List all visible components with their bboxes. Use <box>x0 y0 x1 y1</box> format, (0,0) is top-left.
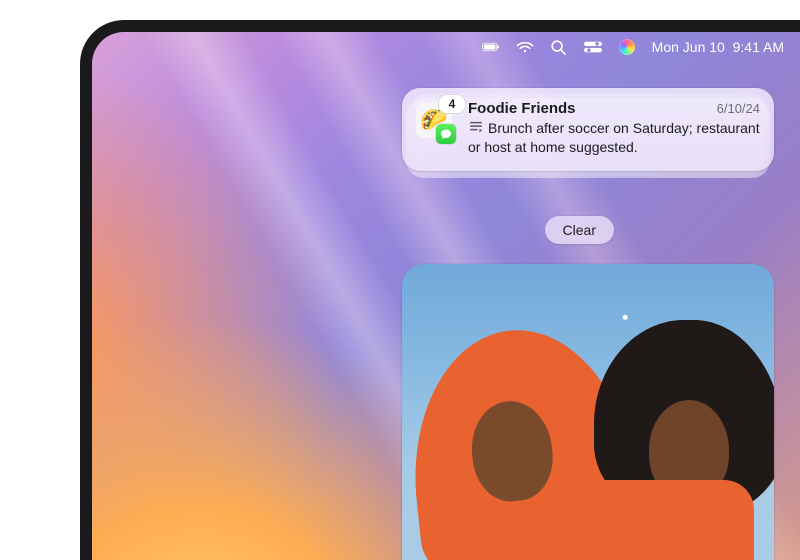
battery-icon[interactable] <box>482 38 500 56</box>
notification-title: Foodie Friends <box>468 100 576 117</box>
menu-bar-time: 9:41 AM <box>733 39 784 55</box>
notification-summary-text: Brunch after soccer on Saturday; restaur… <box>468 120 760 155</box>
desktop-screen: Mon Jun 10 9:41 AM 🌮 4 Foodie Friends 6/… <box>92 32 800 560</box>
menu-bar-clock[interactable]: Mon Jun 10 9:41 AM <box>652 39 784 55</box>
notification-stack[interactable]: 🌮 4 Foodie Friends 6/10/24 Brunch after <box>402 88 774 171</box>
photo-widget[interactable] <box>402 264 774 560</box>
notification-date: 6/10/24 <box>717 101 760 116</box>
control-center-icon[interactable] <box>584 38 602 56</box>
laptop-frame: Mon Jun 10 9:41 AM 🌮 4 Foodie Friends 6/… <box>80 20 800 560</box>
menu-bar: Mon Jun 10 9:41 AM <box>92 32 800 62</box>
notification-card[interactable]: 🌮 4 Foodie Friends 6/10/24 Brunch after <box>402 88 774 171</box>
siri-icon[interactable] <box>618 38 636 56</box>
messages-app-icon <box>436 124 456 144</box>
notification-icon-cluster: 🌮 4 <box>416 100 456 140</box>
notification-count-badge: 4 <box>438 94 466 114</box>
clear-button[interactable]: Clear <box>545 216 614 244</box>
photo-subject-shirt <box>564 480 754 560</box>
menu-bar-date: Mon Jun 10 <box>652 39 725 55</box>
notification-summary: Brunch after soccer on Saturday; restaur… <box>468 119 760 157</box>
notification-body: Foodie Friends 6/10/24 Brunch after socc… <box>468 100 760 157</box>
summary-icon <box>468 120 484 138</box>
search-icon[interactable] <box>550 38 568 56</box>
wifi-icon[interactable] <box>516 38 534 56</box>
